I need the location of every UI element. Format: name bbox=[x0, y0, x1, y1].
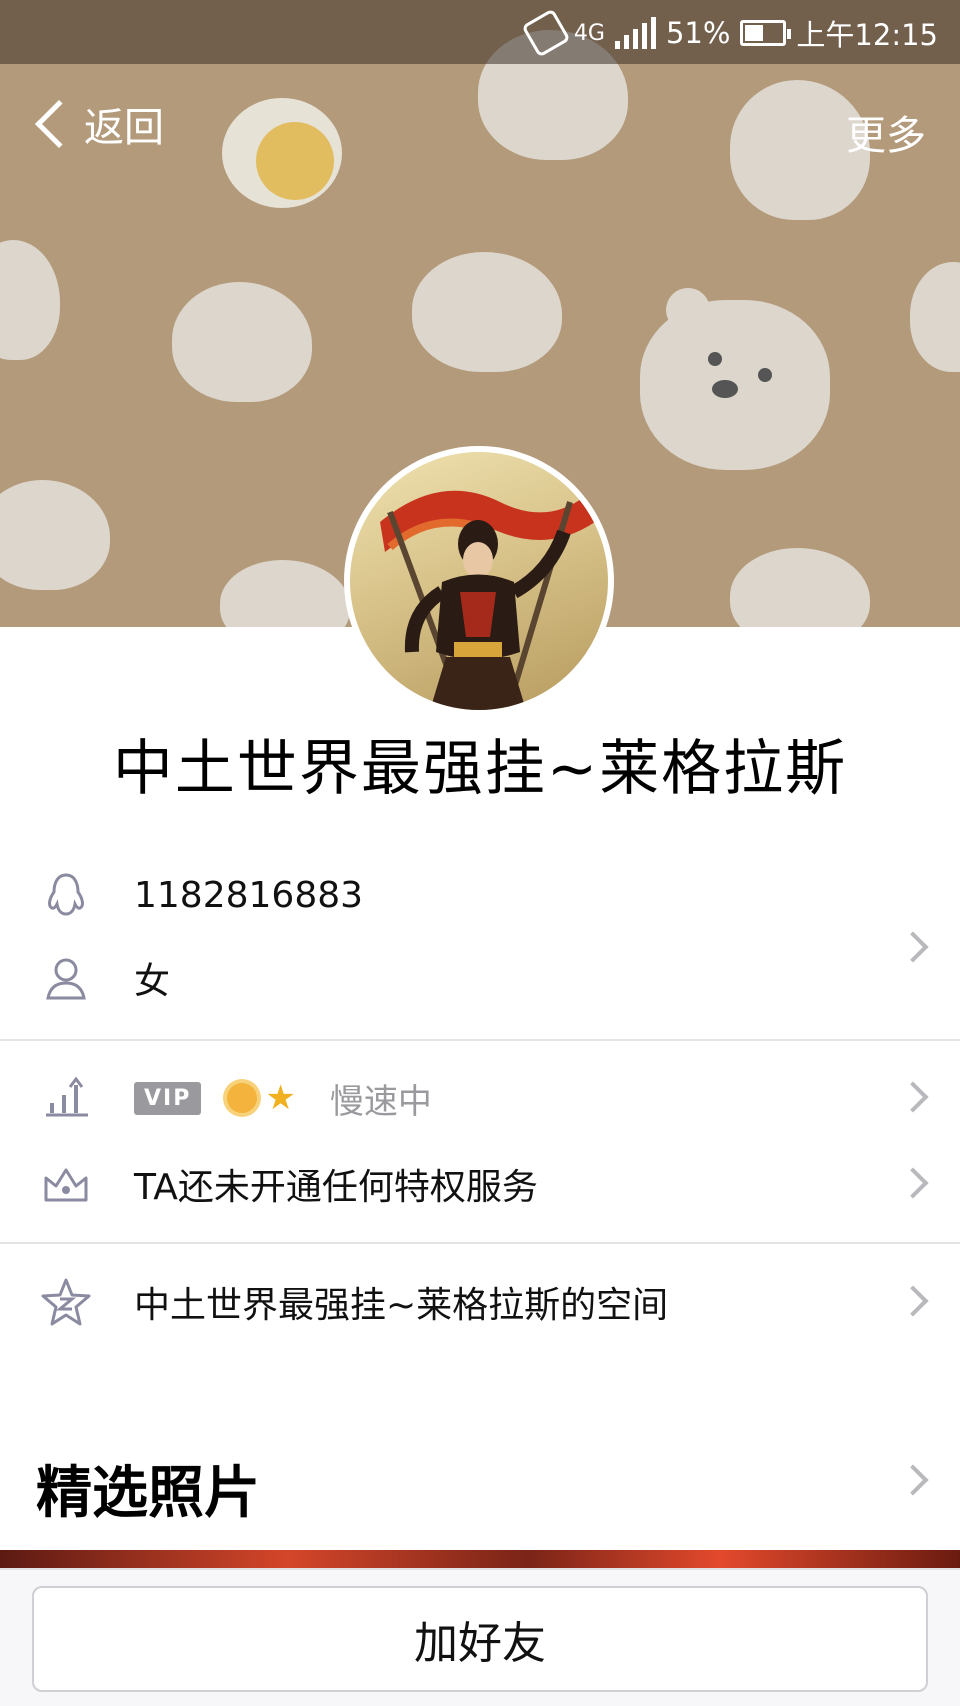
sun-level-icon bbox=[227, 1083, 258, 1113]
level-chart-icon bbox=[40, 1072, 92, 1124]
dumpling-decoration bbox=[220, 560, 350, 627]
basic-info-section[interactable]: 1182816883 女 bbox=[0, 860, 960, 1040]
back-chevron-icon bbox=[34, 99, 84, 149]
qq-number-row: 1182816883 bbox=[0, 865, 960, 925]
back-label: 返回 bbox=[84, 105, 164, 151]
crown-icon bbox=[40, 1158, 92, 1210]
status-bar: 4G 51% 上午12:15 bbox=[0, 0, 960, 64]
dumpling-decoration bbox=[172, 282, 312, 402]
chevron-right-icon bbox=[897, 1081, 929, 1113]
dumpling-decoration bbox=[910, 262, 960, 372]
back-button[interactable]: 返回 bbox=[28, 95, 164, 153]
bear-decoration bbox=[640, 288, 830, 470]
qq-number: 1182816883 bbox=[134, 874, 364, 916]
bottom-bar: 加好友 bbox=[0, 1568, 960, 1706]
level-medals: ★ bbox=[227, 1078, 296, 1118]
divider bbox=[0, 1039, 960, 1041]
featured-photos-title: 精选照片 bbox=[36, 1461, 260, 1526]
vibrate-icon bbox=[521, 8, 571, 58]
gender: 女 bbox=[134, 961, 171, 1002]
dumpling-decoration bbox=[412, 252, 562, 372]
star-level-icon: ★ bbox=[265, 1078, 296, 1118]
add-friend-button[interactable]: 加好友 bbox=[32, 1586, 928, 1692]
avatar-illustration bbox=[380, 490, 595, 710]
vip-badge: VIP bbox=[134, 1081, 202, 1115]
clock: 上午12:15 bbox=[796, 18, 938, 52]
level-row[interactable]: VIP ★ 慢速中 bbox=[0, 1068, 960, 1128]
avatar[interactable] bbox=[344, 446, 614, 716]
penguin-icon bbox=[40, 869, 92, 921]
chevron-right-icon bbox=[897, 1167, 929, 1199]
qzone-star-icon bbox=[40, 1276, 92, 1328]
privilege-text: TA还未开通任何特权服务 bbox=[134, 1167, 538, 1208]
level-info: VIP ★ 慢速中 bbox=[134, 1074, 432, 1123]
speed-status: 慢速中 bbox=[329, 1081, 432, 1122]
qzone-row[interactable]: 中土世界最强挂~莱格拉斯的空间 bbox=[0, 1272, 960, 1332]
dumpling-decoration bbox=[0, 240, 60, 360]
more-button[interactable]: 更多 bbox=[846, 103, 926, 161]
divider bbox=[0, 1242, 960, 1244]
person-icon bbox=[40, 952, 92, 1004]
signal-icon bbox=[614, 17, 656, 49]
profile-name: 中土世界最强挂~莱格拉斯 bbox=[112, 734, 848, 804]
nav-bar: 返回 更多 bbox=[0, 95, 960, 165]
battery-percent: 51% bbox=[665, 16, 731, 50]
dumpling-decoration bbox=[0, 480, 110, 590]
gender-row: 女 bbox=[0, 948, 960, 1008]
battery-icon bbox=[740, 20, 792, 46]
qzone-text: 中土世界最强挂~莱格拉斯的空间 bbox=[134, 1285, 669, 1326]
photos-chevron-icon[interactable] bbox=[897, 1464, 929, 1496]
chevron-right-icon bbox=[897, 1285, 929, 1317]
privilege-row[interactable]: TA还未开通任何特权服务 bbox=[0, 1154, 960, 1214]
avatar-image bbox=[350, 452, 608, 710]
network-type: 4G bbox=[573, 20, 605, 46]
dumpling-decoration bbox=[730, 548, 870, 627]
